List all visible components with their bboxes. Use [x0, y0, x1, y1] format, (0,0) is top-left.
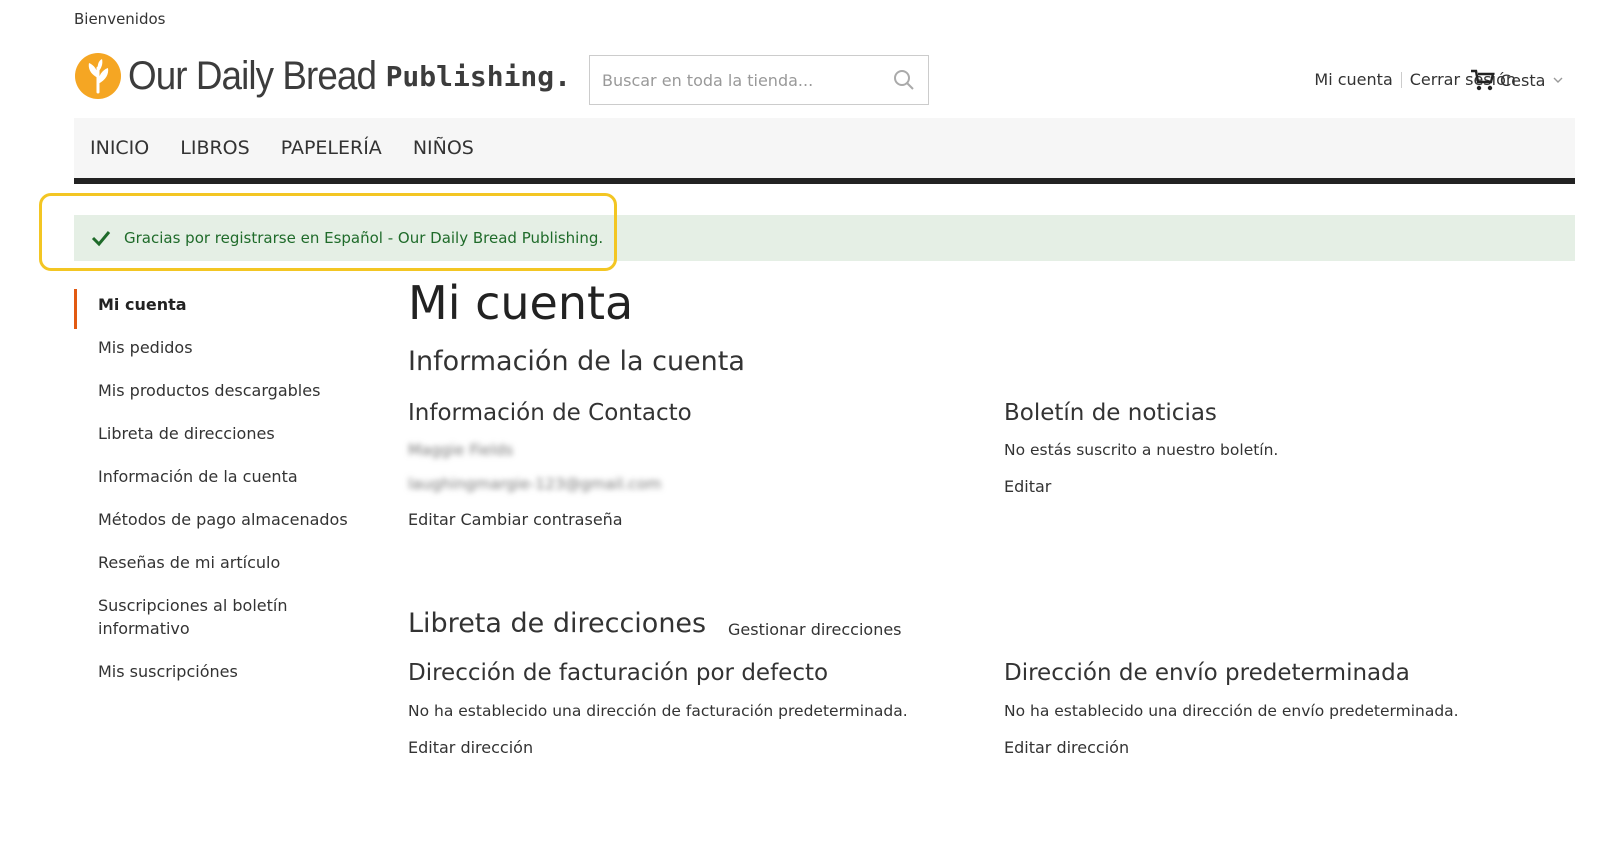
page-title: Mi cuenta	[408, 276, 634, 330]
site-logo[interactable]: Our Daily Bread Publishing.	[74, 52, 571, 100]
sidebar-item-mi-cuenta[interactable]: Mi cuenta	[74, 289, 354, 329]
sidebar-item-mis-pedidos[interactable]: Mis pedidos	[74, 336, 354, 359]
contact-name: Maggie Fields	[408, 441, 514, 459]
chevron-down-icon	[1553, 77, 1563, 83]
sidebar-item-libreta-direcciones[interactable]: Libreta de direcciones	[74, 422, 354, 445]
contact-actions: Editar Cambiar contraseña	[408, 510, 623, 529]
address-book-heading: Libreta de direcciones	[408, 608, 707, 639]
welcome-text: Bienvenidos	[74, 10, 166, 28]
billing-address-heading: Dirección de facturación por defecto	[408, 660, 829, 686]
sidebar-item-informacion-cuenta[interactable]: Información de la cuenta	[74, 465, 354, 488]
account-info-heading: Información de la cuenta	[408, 346, 745, 377]
edit-billing-address-link[interactable]: Editar dirección	[408, 738, 533, 757]
contact-email: laughingmargie-123@gmail.com	[408, 475, 662, 493]
edit-shipping-address-link[interactable]: Editar dirección	[1004, 738, 1129, 757]
nav-libros[interactable]: LIBROS	[180, 137, 249, 159]
newsletter-status: No estás suscrito a nuestro boletín.	[1004, 441, 1279, 459]
edit-contact-link[interactable]: Editar	[408, 510, 455, 529]
main-nav: INICIO LIBROS PAPELERÍA NIÑOS	[74, 118, 1575, 184]
cart-button[interactable]: Cesta	[1470, 68, 1567, 92]
account-sidebar: Mi cuenta Mis pedidos Mis productos desc…	[74, 289, 354, 703]
highlight-box	[39, 193, 617, 271]
nav-inicio[interactable]: INICIO	[90, 137, 149, 159]
logo-main-text: Our Daily Bread	[128, 53, 377, 98]
contact-info-heading: Información de Contacto	[408, 400, 692, 426]
shipping-address-text: No ha establecido una dirección de envío…	[1004, 702, 1459, 720]
search-box	[589, 55, 929, 105]
my-account-link[interactable]: Mi cuenta	[1314, 70, 1392, 89]
logo-sub-text: Publishing.	[385, 59, 571, 93]
search-input[interactable]	[590, 56, 894, 104]
nav-papeleria[interactable]: PAPELERÍA	[281, 137, 382, 159]
sidebar-item-metodos-pago[interactable]: Métodos de pago almacenados	[74, 508, 354, 531]
wheat-logo-icon	[75, 53, 121, 99]
edit-newsletter-link[interactable]: Editar	[1004, 477, 1051, 496]
newsletter-heading: Boletín de noticias	[1004, 400, 1217, 426]
nav-ninos[interactable]: NIÑOS	[413, 137, 474, 159]
search-icon[interactable]	[892, 68, 916, 92]
cart-icon	[1471, 69, 1495, 91]
cart-label: Cesta	[1500, 70, 1546, 90]
manage-addresses-link[interactable]: Gestionar direcciones	[728, 620, 902, 639]
change-password-link[interactable]: Cambiar contraseña	[460, 510, 622, 529]
divider	[1400, 71, 1402, 88]
billing-address-text: No ha establecido una dirección de factu…	[408, 702, 908, 720]
sidebar-item-suscripciones-boletin[interactable]: Suscripciones al boletín informativo	[74, 594, 298, 640]
sidebar-item-productos-descargables[interactable]: Mis productos descargables	[74, 379, 354, 402]
sidebar-item-resenas[interactable]: Reseñas de mi artículo	[74, 551, 354, 574]
shipping-address-heading: Dirección de envío predeterminada	[1004, 660, 1410, 686]
sidebar-item-mis-suscripciones[interactable]: Mis suscripciónes	[74, 660, 354, 683]
